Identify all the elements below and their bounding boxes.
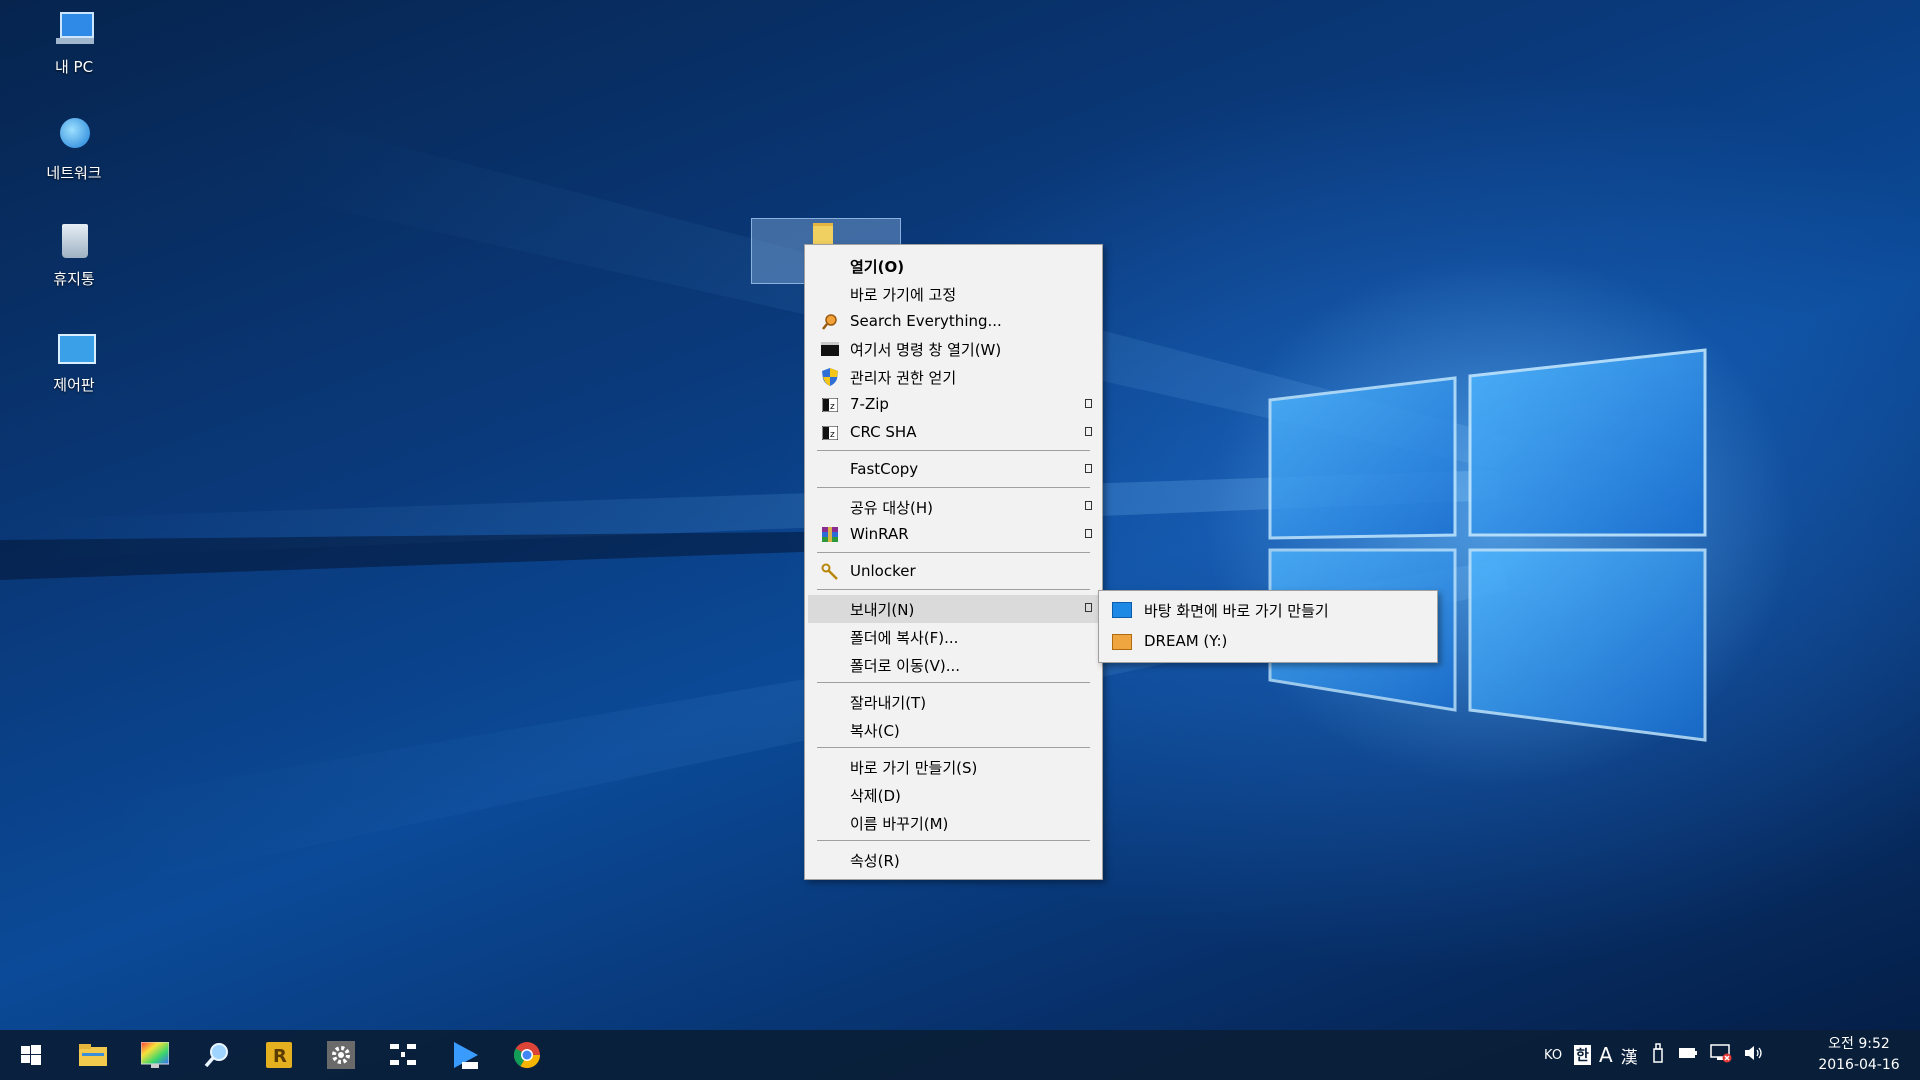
file-explorer-icon (79, 1044, 107, 1066)
menu-separator (817, 450, 1090, 451)
menu-separator (817, 682, 1090, 683)
system-tray: KO 한 A 漢 (1544, 1030, 1764, 1080)
control-panel-icon (52, 326, 96, 370)
desktop-icon-label: 제어판 (53, 376, 95, 394)
taskbar-media-player[interactable] (434, 1030, 496, 1080)
start-button[interactable] (0, 1030, 62, 1080)
taskbar-settings-app[interactable] (310, 1030, 372, 1080)
desktop-icon (1112, 602, 1132, 618)
r-app-icon: R (266, 1042, 292, 1068)
network-disconnected-icon[interactable] (1709, 1043, 1732, 1067)
desktop-icon-label: 휴지통 (53, 270, 95, 288)
clock-time: 오전 9:52 (1828, 1036, 1890, 1052)
menu-separator (817, 589, 1090, 590)
menu-separator (817, 840, 1090, 841)
recycle-bin-icon (52, 220, 96, 264)
usb-icon[interactable] (1652, 1043, 1664, 1067)
7zip-icon: z (818, 393, 842, 417)
settings-gear-icon (327, 1041, 355, 1069)
grid-app-icon (390, 1044, 416, 1065)
menu-item-rename[interactable]: 이름 바꾸기(M) (808, 809, 1099, 837)
this-pc-icon (52, 8, 96, 52)
start-icon (21, 1045, 41, 1065)
taskbar-file-explorer[interactable] (62, 1030, 124, 1080)
menu-item-move-to-folder[interactable]: 폴더로 이동(V)... (808, 651, 1099, 679)
taskbar-r-app[interactable]: R (248, 1030, 310, 1080)
menu-item-open[interactable]: 열기(O) (808, 252, 1099, 280)
menu-item-delete[interactable]: 삭제(D) (808, 781, 1099, 809)
menu-separator (817, 552, 1090, 553)
svg-text:z: z (830, 430, 835, 440)
network-icon (52, 114, 96, 158)
send-to-submenu: 바탕 화면에 바로 가기 만들기 DREAM (Y:) (1098, 590, 1438, 663)
ime-alpha-toggle[interactable]: A (1599, 1043, 1613, 1067)
menu-item-pin-quick-access[interactable]: 바로 가기에 고정 (808, 280, 1099, 308)
winrar-icon (818, 523, 842, 547)
menu-item-7zip[interactable]: z 7-Zip (808, 391, 1099, 419)
svg-text:R: R (273, 1046, 287, 1067)
menu-item-open-command-window[interactable]: 여기서 명령 창 열기(W) (808, 335, 1099, 363)
drive-icon (1112, 634, 1132, 650)
desktop-icon-label: 네트워크 (46, 164, 102, 182)
clock[interactable]: 오전 9:52 2016-04-16 (1814, 1034, 1904, 1076)
menu-item-winrar[interactable]: WinRAR (808, 521, 1099, 549)
menu-item-send-to[interactable]: 보내기(N) (808, 595, 1099, 623)
search-tool-icon (204, 1043, 228, 1068)
uac-shield-icon (818, 365, 842, 389)
svg-text:z: z (830, 402, 835, 412)
menu-item-search-everything[interactable]: Search Everything... (808, 308, 1099, 336)
submenu-arrow-icon (1085, 464, 1092, 473)
taskbar: R KO 한 A 漢 오전 9:52 2016-04-16 (0, 1030, 1920, 1080)
menu-item-cut[interactable]: 잘라내기(T) (808, 688, 1099, 716)
menu-separator (817, 487, 1090, 488)
menu-item-properties[interactable]: 속성(R) (808, 846, 1099, 874)
menu-item-share-with[interactable]: 공유 대상(H) (808, 493, 1099, 521)
windows-logo-wallpaper (1268, 348, 1707, 742)
menu-item-unlocker[interactable]: Unlocker (808, 558, 1099, 586)
taskbar-grid-app[interactable] (372, 1030, 434, 1080)
submenu-arrow-icon (1085, 501, 1092, 510)
menu-item-crc-sha[interactable]: z CRC SHA (808, 419, 1099, 447)
search-everything-icon (818, 310, 842, 334)
battery-icon[interactable] (1678, 1047, 1698, 1063)
desktop-icon-control-panel[interactable]: 제어판 (28, 326, 120, 395)
submenu-item-dream-drive[interactable]: DREAM (Y:) (1102, 627, 1434, 657)
folder-icon (813, 223, 833, 244)
submenu-arrow-icon (1085, 603, 1092, 612)
menu-item-fastcopy[interactable]: FastCopy (808, 456, 1099, 484)
menu-item-create-shortcut[interactable]: 바로 가기 만들기(S) (808, 753, 1099, 781)
menu-item-copy[interactable]: 복사(C) (808, 716, 1099, 744)
color-app-icon (141, 1042, 169, 1068)
taskbar-color-app[interactable] (124, 1030, 186, 1080)
menu-item-take-ownership[interactable]: 관리자 권한 얻기 (808, 363, 1099, 391)
context-menu: 열기(O) 바로 가기에 고정 Search Everything... 여기서… (804, 244, 1103, 880)
submenu-arrow-icon (1085, 427, 1092, 436)
submenu-item-desktop-shortcut[interactable]: 바탕 화면에 바로 가기 만들기 (1102, 595, 1434, 625)
chrome-icon (513, 1042, 541, 1069)
menu-separator (817, 747, 1090, 748)
submenu-arrow-icon (1085, 399, 1092, 408)
input-language[interactable]: KO (1544, 1048, 1562, 1063)
desktop-icon-this-pc[interactable]: 내 PC (28, 8, 120, 77)
menu-item-copy-to-folder[interactable]: 폴더에 복사(F)... (808, 623, 1099, 651)
unlocker-icon (818, 560, 842, 584)
volume-icon[interactable] (1744, 1044, 1764, 1066)
taskbar-search-tool[interactable] (186, 1030, 248, 1080)
ime-hanja-toggle[interactable]: 漢 (1621, 1043, 1638, 1068)
7zip-icon: z (818, 421, 842, 445)
desktop-icon-network[interactable]: 네트워크 (28, 114, 120, 183)
ime-hangul-toggle[interactable]: 한 (1574, 1045, 1591, 1065)
clock-date: 2016-04-16 (1818, 1057, 1900, 1073)
desktop-icon-label: 내 PC (54, 58, 94, 76)
taskbar-chrome[interactable] (496, 1030, 558, 1080)
media-player-icon (454, 1042, 478, 1069)
command-prompt-icon (818, 337, 842, 361)
submenu-arrow-icon (1085, 529, 1092, 538)
desktop-icon-recycle-bin[interactable]: 휴지통 (28, 220, 120, 289)
